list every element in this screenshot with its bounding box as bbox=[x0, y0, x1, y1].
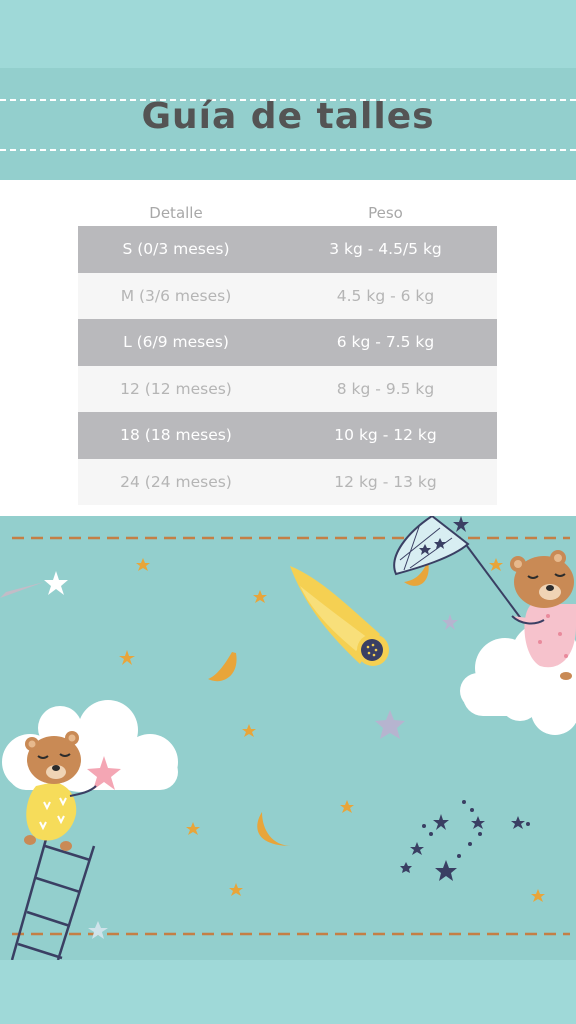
table-row: 18 (18 meses) 10 kg - 12 kg bbox=[78, 412, 497, 459]
ladder-icon bbox=[10, 831, 96, 960]
page-title: Guía de talles bbox=[141, 96, 435, 137]
butterfly-net-icon bbox=[393, 516, 523, 621]
cell-detalle: L (6/9 meses) bbox=[123, 333, 229, 351]
size-table: Detalle Peso S (0/3 meses) 3 kg - 4.5/5 … bbox=[78, 196, 497, 505]
header-dashed-line-bottom bbox=[0, 149, 576, 151]
cell-peso: 4.5 kg - 6 kg bbox=[336, 286, 435, 305]
cell-peso: 8 kg - 9.5 kg bbox=[336, 379, 435, 398]
column-header-detalle: Detalle bbox=[149, 204, 203, 222]
column-header-peso: Peso bbox=[368, 204, 403, 222]
cell-detalle: 18 (18 meses) bbox=[120, 426, 232, 444]
constellation-icon bbox=[400, 800, 530, 881]
illustration-svg bbox=[0, 516, 576, 960]
cell-detalle: 24 (24 meses) bbox=[120, 472, 232, 491]
cell-peso: 3 kg - 4.5/5 kg bbox=[329, 240, 442, 258]
comet-icon bbox=[290, 566, 389, 666]
bottom-band bbox=[0, 960, 576, 1024]
table-row: 24 (24 meses) 12 kg - 13 kg bbox=[78, 458, 497, 505]
cell-peso: 12 kg - 13 kg bbox=[334, 472, 437, 491]
table-row: M (3/6 meses) 4.5 kg - 6 kg bbox=[78, 272, 497, 319]
top-band bbox=[0, 0, 576, 68]
cell-peso: 10 kg - 12 kg bbox=[334, 426, 437, 444]
table-row: S (0/3 meses) 3 kg - 4.5/5 kg bbox=[78, 226, 497, 273]
table-row: L (6/9 meses) 6 kg - 7.5 kg bbox=[78, 319, 497, 366]
cell-detalle: 12 (12 meses) bbox=[120, 379, 232, 398]
cell-detalle: S (0/3 meses) bbox=[122, 240, 230, 258]
cell-peso: 6 kg - 7.5 kg bbox=[336, 333, 435, 351]
table-row: 12 (12 meses) 8 kg - 9.5 kg bbox=[78, 365, 497, 412]
table-header: Detalle Peso bbox=[78, 196, 497, 226]
bears-illustration bbox=[0, 516, 576, 960]
cell-detalle: M (3/6 meses) bbox=[120, 286, 232, 305]
shooting-star-icon bbox=[0, 571, 68, 598]
